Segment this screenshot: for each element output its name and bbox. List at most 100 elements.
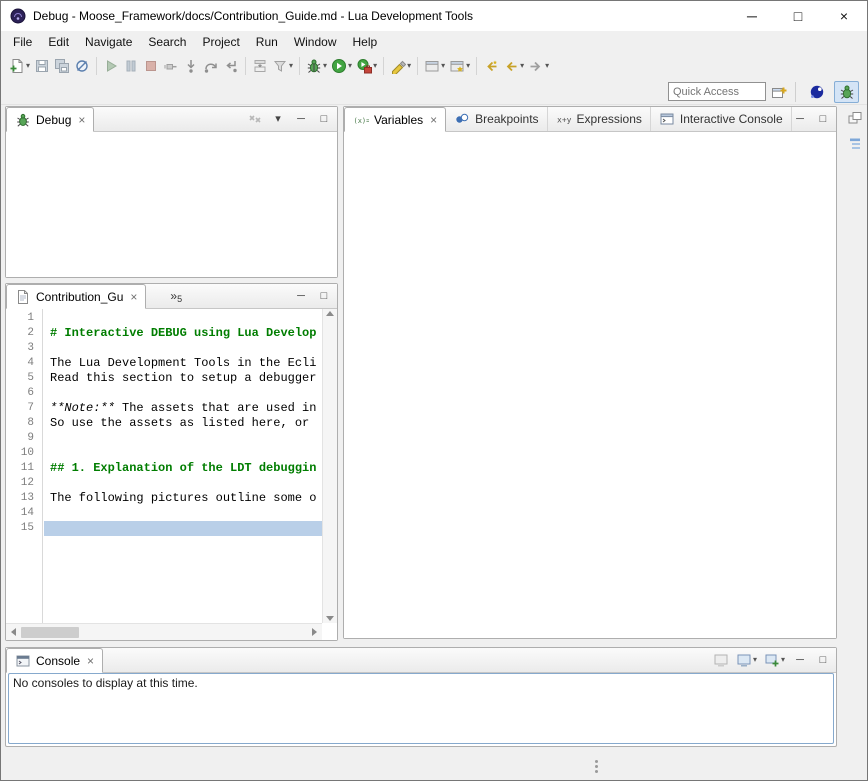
dropdown-arrow-icon[interactable]: ▾	[520, 62, 524, 70]
skip-all-breakpoints-button[interactable]	[72, 55, 92, 77]
menu-run[interactable]: Run	[248, 32, 286, 52]
variables-content[interactable]	[344, 132, 836, 638]
debug-button[interactable]: ▾	[304, 55, 329, 77]
tab-label: Debug	[36, 113, 71, 127]
maximize-window-button[interactable]: □	[775, 1, 821, 31]
use-step-filters-icon	[272, 58, 288, 74]
minimize-icon[interactable]: ─	[792, 651, 808, 669]
restore-views-icon[interactable]	[846, 109, 864, 127]
console-view: Console × ▾ ▾ ─ □ No consoles to display at…	[5, 647, 837, 747]
scroll-left-icon[interactable]	[11, 628, 16, 636]
dropdown-arrow-icon[interactable]: ▾	[289, 62, 293, 70]
scroll-right-icon[interactable]	[312, 628, 317, 636]
drop-to-frame-button	[250, 55, 270, 77]
tab-expressions[interactable]: x+yExpressions	[548, 107, 651, 131]
close-window-button[interactable]: ×	[821, 1, 867, 31]
debug-view-tabrow: Debug × ▾ ─ □	[6, 107, 337, 132]
editor-vertical-scrollbar[interactable]	[322, 309, 337, 623]
open-type-button[interactable]: ▾	[447, 55, 472, 77]
status-trim-grip[interactable]	[595, 760, 598, 763]
external-tools-button[interactable]: ▾	[354, 55, 379, 77]
minimize-icon[interactable]: ─	[792, 110, 808, 128]
mark-occurrences-button[interactable]: ▾	[388, 55, 413, 77]
minimize-icon[interactable]: ─	[293, 287, 309, 305]
maximize-icon[interactable]: □	[316, 110, 332, 128]
maximize-icon[interactable]: □	[815, 651, 831, 669]
tab-console[interactable]: Console ×	[6, 648, 103, 673]
close-tab-icon[interactable]: ×	[78, 113, 85, 127]
last-edit-location-button[interactable]	[481, 55, 501, 77]
menu-search[interactable]: Search	[140, 32, 194, 52]
new-wizard-icon	[424, 58, 440, 74]
scroll-up-icon[interactable]	[326, 311, 334, 316]
line-number: 9	[6, 431, 42, 446]
line-number: 11	[6, 461, 42, 476]
menu-edit[interactable]: Edit	[40, 32, 77, 52]
console-content[interactable]: No consoles to display at this time.	[8, 673, 834, 744]
editor-body: 123456789101112131415 # Interactive DEBU…	[6, 309, 337, 640]
dropdown-arrow-icon[interactable]: ▾	[466, 62, 470, 70]
editor-horizontal-scrollbar[interactable]	[6, 623, 322, 640]
new-wizard-button[interactable]: ▾	[422, 55, 447, 77]
menu-help[interactable]: Help	[345, 32, 386, 52]
suspend-icon	[123, 58, 139, 74]
dropdown-arrow-icon[interactable]: ▾	[545, 62, 549, 70]
console-icon	[15, 653, 31, 669]
save-all-icon	[54, 58, 70, 74]
save-button	[32, 55, 52, 77]
dropdown-arrow-icon[interactable]: ▾	[441, 62, 445, 70]
code-segment: ## 1. Explanation of the LDT debuggin	[50, 461, 316, 475]
close-tab-icon[interactable]: ×	[130, 290, 137, 304]
editor-tab-overflow[interactable]: »5	[164, 284, 188, 308]
scrollbar-thumb[interactable]	[21, 627, 79, 638]
minimize-window-button[interactable]: ─	[729, 1, 775, 31]
drop-to-frame-icon	[252, 58, 268, 74]
breakpoints-icon	[454, 111, 470, 127]
new-button[interactable]: ▾	[7, 55, 32, 77]
scroll-down-icon[interactable]	[326, 616, 334, 621]
menu-navigate[interactable]: Navigate	[77, 32, 140, 52]
debug-view-content[interactable]	[6, 132, 337, 277]
line-number: 10	[6, 446, 42, 461]
menu-window[interactable]: Window	[286, 32, 345, 52]
line-number: 14	[6, 506, 42, 521]
display-selected-console-icon[interactable]: ▾	[736, 651, 757, 669]
maximize-icon[interactable]: □	[815, 110, 831, 128]
tab-debug[interactable]: Debug ×	[6, 107, 94, 132]
step-over-icon	[203, 58, 219, 74]
run-icon	[331, 58, 347, 74]
dropdown-arrow-icon[interactable]: ▾	[26, 62, 30, 70]
menu-file[interactable]: File	[5, 32, 40, 52]
maximize-icon[interactable]: □	[316, 287, 332, 305]
quick-access-input[interactable]	[668, 82, 766, 101]
lua-perspective-button[interactable]	[804, 81, 829, 103]
dropdown-arrow-icon[interactable]: ▾	[323, 62, 327, 70]
close-tab-icon[interactable]: ×	[87, 654, 94, 668]
open-console-icon[interactable]: ▾	[764, 651, 785, 669]
dropdown-arrow-icon[interactable]: ▾	[373, 62, 377, 70]
run-button[interactable]: ▾	[329, 55, 354, 77]
menu-project[interactable]: Project	[194, 32, 247, 52]
back-icon	[503, 58, 519, 74]
code-area[interactable]: # Interactive DEBUG using Lua DevelopThe…	[44, 309, 322, 623]
app-window: Debug - Moose_Framework/docs/Contributio…	[0, 0, 868, 781]
tab-interactive-console[interactable]: Interactive Console	[651, 107, 792, 131]
toolbar-separator	[476, 57, 477, 75]
close-tab-icon[interactable]: ×	[430, 113, 437, 127]
tab-contribution-guide[interactable]: Contribution_Gu ×	[6, 284, 146, 309]
tab-breakpoints[interactable]: Breakpoints	[446, 107, 547, 131]
debug-perspective-button[interactable]	[834, 81, 859, 103]
tab-label: Console	[36, 654, 80, 668]
line-number: 3	[6, 341, 42, 356]
disconnect-button	[161, 55, 181, 77]
minimize-icon[interactable]: ─	[293, 110, 309, 128]
tab-variables[interactable]: (x)=Variables×	[344, 107, 446, 132]
open-perspective-icon[interactable]	[771, 83, 787, 101]
view-menu-icon[interactable]: ▾	[270, 110, 286, 128]
back-button[interactable]: ▾	[501, 55, 526, 77]
dropdown-arrow-icon[interactable]: ▾	[348, 62, 352, 70]
editor-line	[44, 341, 322, 356]
terminate-button	[141, 55, 161, 77]
dropdown-arrow-icon[interactable]: ▾	[407, 62, 411, 70]
outline-view-icon[interactable]	[846, 135, 864, 153]
